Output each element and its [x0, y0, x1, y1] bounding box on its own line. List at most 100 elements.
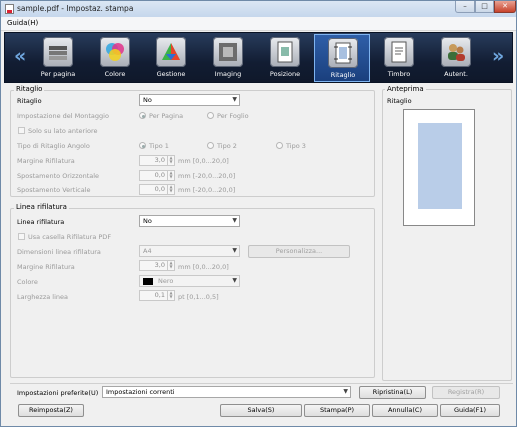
- tipo3-label: Tipo 3: [286, 142, 306, 150]
- tab-timbro[interactable]: Timbro: [371, 34, 427, 82]
- category-toolbar: « » Per pagina Colore Gestione Imaging P…: [4, 32, 513, 83]
- preferite-select[interactable]: Impostazioni correnti ▼: [102, 386, 351, 398]
- tab-imaging[interactable]: Imaging: [200, 34, 256, 82]
- close-button[interactable]: ✕: [494, 1, 516, 13]
- tab-autent[interactable]: Autent.: [428, 34, 484, 82]
- crop-icon: [328, 38, 358, 68]
- linea-select-value: No: [143, 217, 152, 225]
- orizzontale-label: Spostamento Orizzontale: [17, 172, 100, 180]
- larghezza-label: Larghezza linea: [17, 293, 68, 301]
- preferite-label: Impostazioni preferite(U): [17, 389, 99, 397]
- ritaglio-group-title: Ritaglio: [14, 85, 45, 93]
- chevron-down-icon: ▼: [343, 388, 348, 395]
- colore-label: Colore: [17, 278, 38, 286]
- verticale-value: 0,0: [154, 185, 165, 193]
- preview-crop-area: [418, 123, 462, 209]
- per-pagina-radio[interactable]: [139, 112, 146, 119]
- solo-lato-checkbox[interactable]: [18, 127, 25, 134]
- stampa-button[interactable]: Stampa(P): [304, 404, 370, 417]
- imaging-icon: [213, 37, 243, 67]
- chevron-down-icon: ▼: [232, 96, 237, 103]
- spin-arrows-icon[interactable]: ▲ ▼: [167, 291, 174, 300]
- linea-group-title: Linea rifilatura: [14, 203, 69, 211]
- position-icon: [270, 37, 300, 67]
- tab-label: Gestione: [156, 70, 186, 78]
- divider: [10, 383, 513, 384]
- scroll-left-arrow-icon[interactable]: «: [14, 45, 26, 67]
- tab-label: Colore: [104, 70, 126, 78]
- dimensioni-select[interactable]: A4 ▼: [139, 245, 240, 257]
- personalizza-button[interactable]: Personalizza...: [248, 245, 350, 258]
- scroll-right-arrow-icon[interactable]: »: [492, 45, 504, 67]
- tab-colore[interactable]: Colore: [87, 34, 143, 82]
- spin-arrows-icon[interactable]: ▲ ▼: [167, 185, 174, 194]
- tipo-ritaglio-label: Tipo di Ritaglio Angolo: [17, 142, 90, 150]
- pages-icon: [43, 37, 73, 67]
- per-foglio-radio[interactable]: [207, 112, 214, 119]
- linea-margine-spinner[interactable]: 3,0 ▲ ▼: [139, 260, 175, 271]
- anteprima-ritaglio-label: Ritaglio: [387, 97, 412, 105]
- tipo2-radio[interactable]: [207, 142, 214, 149]
- ritaglio-select-value: No: [143, 96, 152, 104]
- dimensioni-label: Dimensioni linea rifilatura: [17, 248, 101, 256]
- spin-arrows-icon[interactable]: ▲ ▼: [167, 156, 174, 165]
- linea-margine-range: mm [0,0...20,0]: [178, 263, 229, 271]
- spin-arrows-icon[interactable]: ▲ ▼: [167, 261, 174, 270]
- verticale-range: mm [-20,0...20,0]: [178, 186, 236, 194]
- tab-gestione[interactable]: Gestione: [143, 34, 199, 82]
- spin-arrows-icon[interactable]: ▲ ▼: [167, 171, 174, 180]
- montaggio-label: Impostazione del Montaggio: [17, 112, 109, 120]
- maximize-button[interactable]: □: [475, 1, 494, 13]
- orizzontale-spinner[interactable]: 0,0 ▲ ▼: [139, 170, 175, 181]
- minimize-button[interactable]: –: [455, 1, 475, 13]
- ripristina-button[interactable]: Ripristina(L): [359, 386, 426, 399]
- tab-label: Imaging: [214, 70, 242, 78]
- linea-margine-label: Margine Rifilatura: [17, 263, 75, 271]
- tab-label: Timbro: [387, 70, 411, 78]
- salva-button[interactable]: Salva(S): [220, 404, 302, 417]
- tipo1-label: Tipo 1: [149, 142, 169, 150]
- menu-bar: Guida(H): [1, 17, 516, 31]
- tab-label: Per pagina: [40, 70, 76, 78]
- larghezza-value: 0,1: [154, 291, 165, 299]
- tipo3-radio[interactable]: [276, 142, 283, 149]
- per-foglio-label: Per Foglio: [217, 112, 249, 120]
- title-bar: sample.pdf - Impostaz. stampa – □ ✕: [1, 1, 516, 17]
- usa-casella-checkbox[interactable]: [18, 233, 25, 240]
- tipo1-radio[interactable]: [139, 142, 146, 149]
- ritaglio-label: Ritaglio: [17, 97, 42, 105]
- chevron-down-icon: ▼: [232, 247, 237, 254]
- authentication-icon: [441, 37, 471, 67]
- color-icon: [100, 37, 130, 67]
- tab-posizione[interactable]: Posizione: [257, 34, 313, 82]
- verticale-spinner[interactable]: 0,0 ▲ ▼: [139, 184, 175, 195]
- margine-spinner[interactable]: 3,0 ▲ ▼: [139, 155, 175, 166]
- color-swatch: [143, 278, 153, 285]
- guida-button[interactable]: Guida(F1): [440, 404, 500, 417]
- preferite-select-value: Impostazioni correnti: [106, 388, 175, 396]
- window-title: sample.pdf - Impostaz. stampa: [17, 4, 134, 13]
- tipo2-label: Tipo 2: [217, 142, 237, 150]
- tab-per-pagina[interactable]: Per pagina: [30, 34, 86, 82]
- reimposta-button[interactable]: Reimposta(Z): [18, 404, 84, 417]
- linea-label: Linea rifilatura: [17, 218, 65, 226]
- dimensioni-select-value: A4: [143, 247, 152, 255]
- ritaglio-select[interactable]: No ▼: [139, 94, 240, 106]
- preview-page: [403, 109, 475, 226]
- chevron-down-icon: ▼: [232, 217, 237, 224]
- tab-ritaglio[interactable]: Ritaglio: [314, 34, 370, 82]
- print-settings-window: sample.pdf - Impostaz. stampa – □ ✕ Guid…: [0, 0, 517, 427]
- tab-label: Ritaglio: [330, 71, 356, 79]
- linea-margine-value: 3,0: [154, 261, 165, 269]
- registra-button[interactable]: Registra(R): [432, 386, 500, 399]
- menu-help[interactable]: Guida(H): [7, 19, 38, 27]
- tab-label: Posizione: [269, 70, 301, 78]
- colore-select[interactable]: Nero ▼: [139, 275, 240, 287]
- solo-lato-label: Solo su lato anteriore: [28, 127, 98, 135]
- annulla-button[interactable]: Annulla(C): [372, 404, 438, 417]
- tab-label: Autent.: [444, 70, 468, 78]
- per-pagina-label: Per Pagina: [149, 112, 184, 120]
- larghezza-spinner[interactable]: 0,1 ▲ ▼: [139, 290, 175, 301]
- linea-select[interactable]: No ▼: [139, 215, 240, 227]
- anteprima-title: Anteprima: [385, 85, 426, 93]
